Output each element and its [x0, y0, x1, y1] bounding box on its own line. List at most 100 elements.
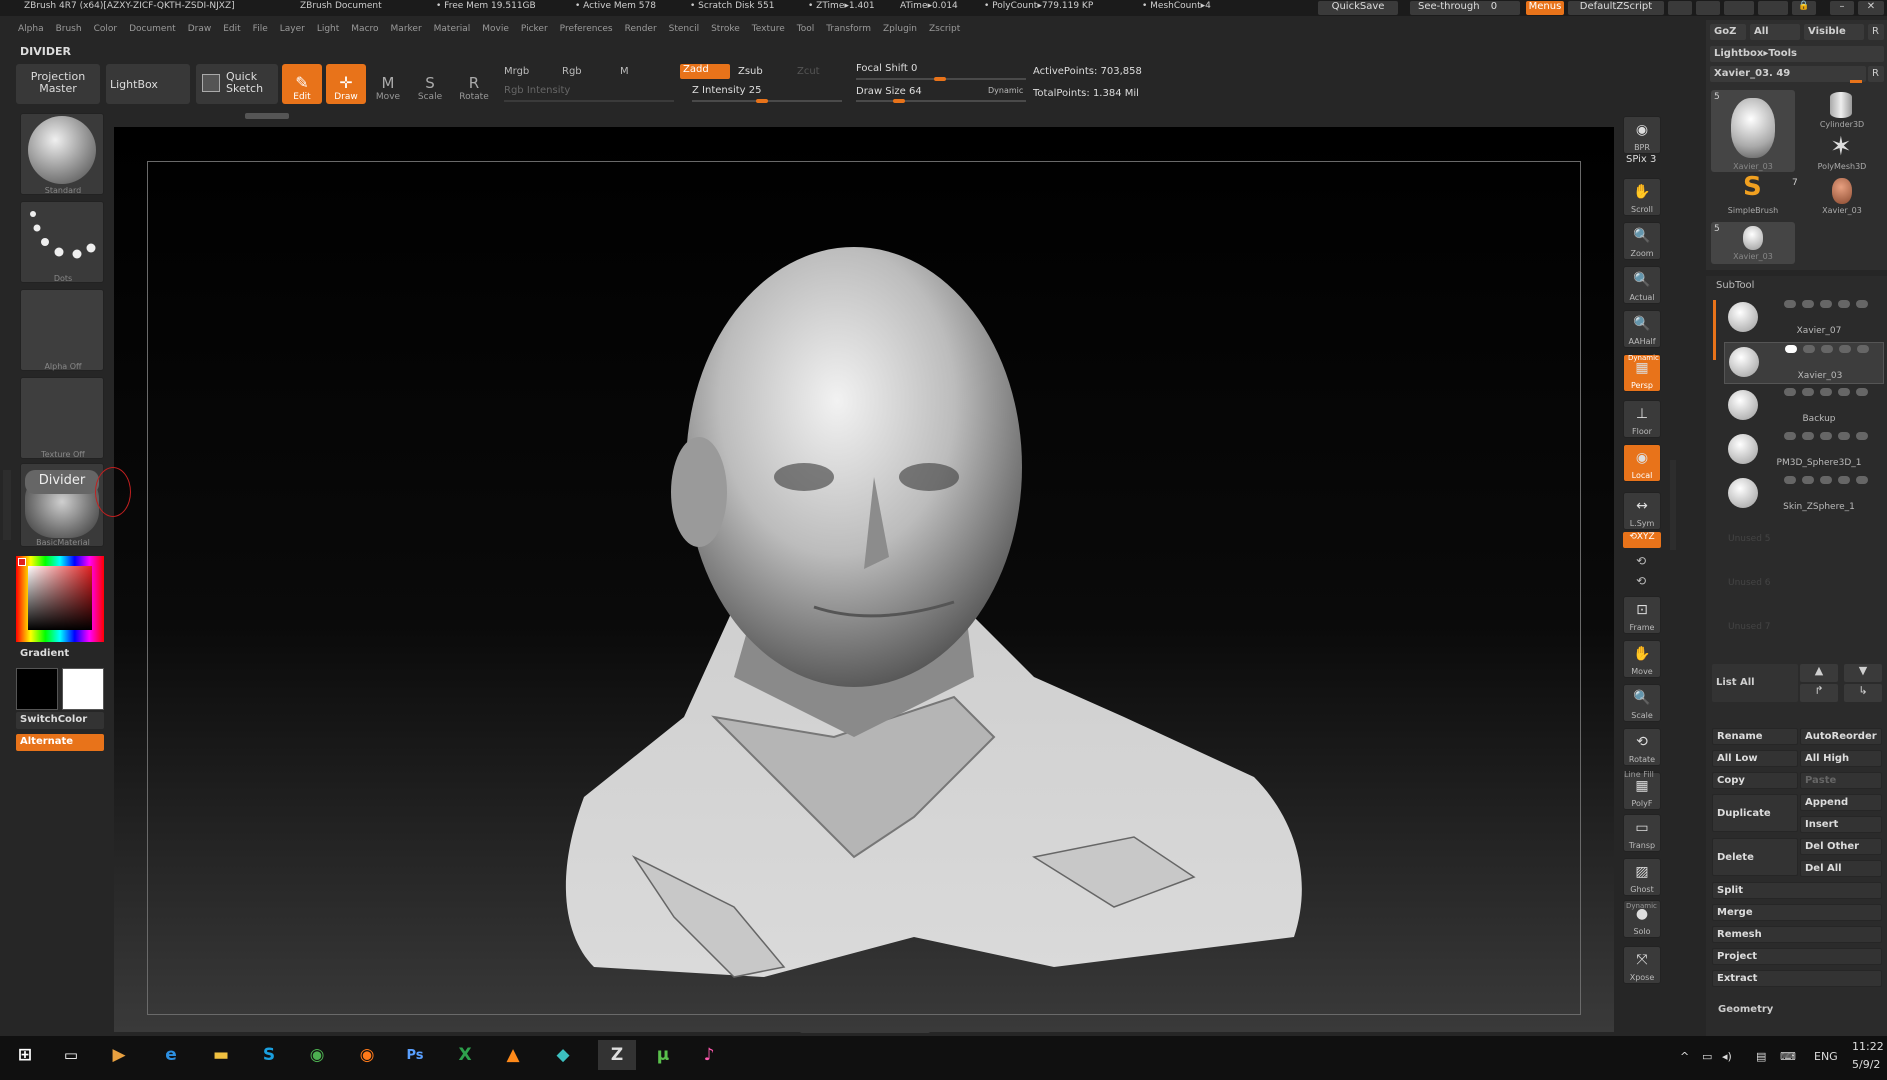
lock-toggle-icon[interactable]: [1820, 388, 1832, 396]
m-button[interactable]: M: [620, 66, 629, 77]
alpha-slot[interactable]: Alpha Off: [20, 289, 104, 371]
menu-color[interactable]: Color: [94, 24, 118, 40]
tool-thumb-polymesh[interactable]: ✶ PolyMesh3D: [1800, 132, 1884, 172]
menu-movie[interactable]: Movie: [482, 24, 509, 40]
tray-handle[interactable]: [245, 113, 289, 119]
extract-button[interactable]: Extract: [1712, 970, 1882, 987]
menu-render[interactable]: Render: [625, 24, 657, 40]
brush-toggle-icon[interactable]: [1839, 345, 1851, 353]
app-icon[interactable]: ◆: [548, 1040, 578, 1070]
mask-toggle-icon[interactable]: [1803, 345, 1815, 353]
layout-icon[interactable]: [1668, 1, 1692, 15]
alternate-button[interactable]: Alternate: [16, 734, 104, 751]
tool-thumb-xavier-small[interactable]: 5 Xavier_03: [1711, 222, 1795, 264]
rgb-button[interactable]: Rgb: [562, 66, 582, 77]
brush-slot[interactable]: Standard: [20, 113, 104, 195]
window-tile-icon[interactable]: [1724, 1, 1754, 15]
menu-alpha[interactable]: Alpha: [18, 24, 44, 40]
frame-button[interactable]: ⊡ Frame: [1623, 596, 1661, 634]
mask-toggle-icon[interactable]: [1802, 476, 1814, 484]
focal-shift-knob[interactable]: [934, 77, 946, 81]
lsym-button[interactable]: ↔ L.Sym: [1623, 492, 1661, 530]
zsub-button[interactable]: Zsub: [738, 66, 763, 77]
right-tray-handle[interactable]: [1670, 460, 1676, 550]
brush-toggle-icon[interactable]: [1838, 388, 1850, 396]
lock-toggle-icon[interactable]: [1820, 476, 1832, 484]
visibility-eye-icon[interactable]: [1857, 345, 1869, 353]
chrome-icon[interactable]: ◉: [302, 1040, 332, 1070]
xpose-button[interactable]: ⤧ Xpose: [1623, 946, 1661, 984]
subtool-item[interactable]: Xavier_07: [1724, 298, 1884, 340]
minimize-icon[interactable]: –: [1830, 1, 1854, 15]
copy-button[interactable]: Copy: [1712, 772, 1798, 789]
menu-zscript[interactable]: Zscript: [929, 24, 960, 40]
see-through-slider[interactable]: See-through 0: [1410, 1, 1520, 15]
polypaint-toggle-icon[interactable]: [1784, 432, 1796, 440]
firefox-icon[interactable]: ◉: [352, 1040, 382, 1070]
ghost-button[interactable]: ▨ Ghost: [1623, 858, 1661, 896]
keyboard-icon[interactable]: ⌨: [1780, 1050, 1796, 1063]
duplicate-button[interactable]: Duplicate: [1712, 794, 1798, 832]
rgb-intensity-slider[interactable]: Rgb Intensity: [504, 85, 570, 96]
tool-r-button[interactable]: R: [1868, 66, 1884, 82]
quick-sketch-button[interactable]: Quick Sketch: [196, 64, 278, 104]
quicksave-button[interactable]: QuickSave: [1318, 1, 1398, 15]
visibility-eye-icon[interactable]: [1856, 476, 1868, 484]
goz-r-button[interactable]: R: [1868, 24, 1884, 40]
rename-button[interactable]: Rename: [1712, 728, 1798, 745]
stroke-slot[interactable]: Dots: [20, 201, 104, 283]
move-down-icon[interactable]: ▼: [1844, 664, 1882, 682]
polypaint-toggle-icon[interactable]: [1785, 345, 1797, 353]
mask-toggle-icon[interactable]: [1802, 300, 1814, 308]
menu-transform[interactable]: Transform: [826, 24, 871, 40]
menu-material[interactable]: Material: [434, 24, 471, 40]
notification-icon[interactable]: ▤: [1756, 1050, 1766, 1063]
menu-marker[interactable]: Marker: [391, 24, 422, 40]
current-tool-slider[interactable]: Xavier_03. 49: [1710, 66, 1866, 82]
draw-size-slider[interactable]: Draw Size 64: [856, 86, 922, 97]
rotate-mode-button[interactable]: R Rotate: [456, 64, 492, 104]
menu-picker[interactable]: Picker: [521, 24, 548, 40]
mask-toggle-icon[interactable]: [1802, 432, 1814, 440]
mrgb-button[interactable]: Mrgb: [504, 66, 529, 77]
geometry-subpalette[interactable]: Geometry: [1718, 1004, 1773, 1015]
zcut-button[interactable]: Zcut: [797, 66, 820, 77]
color-picker[interactable]: [16, 556, 104, 642]
bpr-render-button[interactable]: ◉ BPR: [1623, 116, 1661, 154]
tool-thumb-xavier[interactable]: 5 Xavier_03: [1711, 90, 1795, 172]
project-button[interactable]: Project: [1712, 948, 1882, 965]
visibility-eye-icon[interactable]: [1856, 432, 1868, 440]
menu-layer[interactable]: Layer: [280, 24, 305, 40]
draw-size-knob[interactable]: [893, 99, 905, 103]
lock-toggle-icon[interactable]: [1820, 300, 1832, 308]
menu-draw[interactable]: Draw: [188, 24, 212, 40]
photoshop-icon[interactable]: Ps: [400, 1040, 430, 1070]
merge-button[interactable]: Merge: [1712, 904, 1882, 921]
move-bottom-icon[interactable]: ↳: [1844, 684, 1882, 702]
goz-button[interactable]: GoZ: [1710, 24, 1746, 40]
material-slot[interactable]: Divider BasicMaterial: [20, 463, 104, 547]
all-low-button[interactable]: All Low: [1712, 750, 1798, 767]
clock-date[interactable]: 5/9/2: [1852, 1058, 1880, 1071]
projection-master-button[interactable]: Projection Master: [16, 64, 100, 104]
spix-slider[interactable]: SPix 3: [1626, 154, 1656, 165]
mask-toggle-icon[interactable]: [1802, 388, 1814, 396]
floor-button[interactable]: ⊥ Floor: [1623, 400, 1661, 438]
visibility-eye-icon[interactable]: [1856, 300, 1868, 308]
actual-button[interactable]: 🔍 Actual: [1623, 266, 1661, 304]
network-icon[interactable]: ▭: [1702, 1050, 1712, 1063]
polypaint-toggle-icon[interactable]: [1784, 300, 1796, 308]
menus-toggle[interactable]: Menus: [1526, 1, 1564, 15]
tool-thumb-simplebrush[interactable]: S SimpleBrush: [1711, 172, 1795, 216]
subtool-item[interactable]: Backup: [1724, 386, 1884, 428]
list-all-button[interactable]: List All: [1712, 664, 1798, 702]
switchcolor-button[interactable]: SwitchColor: [16, 712, 104, 729]
itunes-icon[interactable]: ♪: [694, 1040, 724, 1070]
menu-zplugin[interactable]: Zplugin: [883, 24, 917, 40]
scale-mode-button[interactable]: S Scale: [412, 64, 448, 104]
zadd-button[interactable]: Zadd: [680, 64, 730, 79]
menu-macro[interactable]: Macro: [351, 24, 378, 40]
xyz-rotation-button[interactable]: ⟲XYZ: [1623, 532, 1661, 548]
z-intensity-knob[interactable]: [756, 99, 768, 103]
windows-start-icon[interactable]: ⊞: [10, 1040, 40, 1070]
